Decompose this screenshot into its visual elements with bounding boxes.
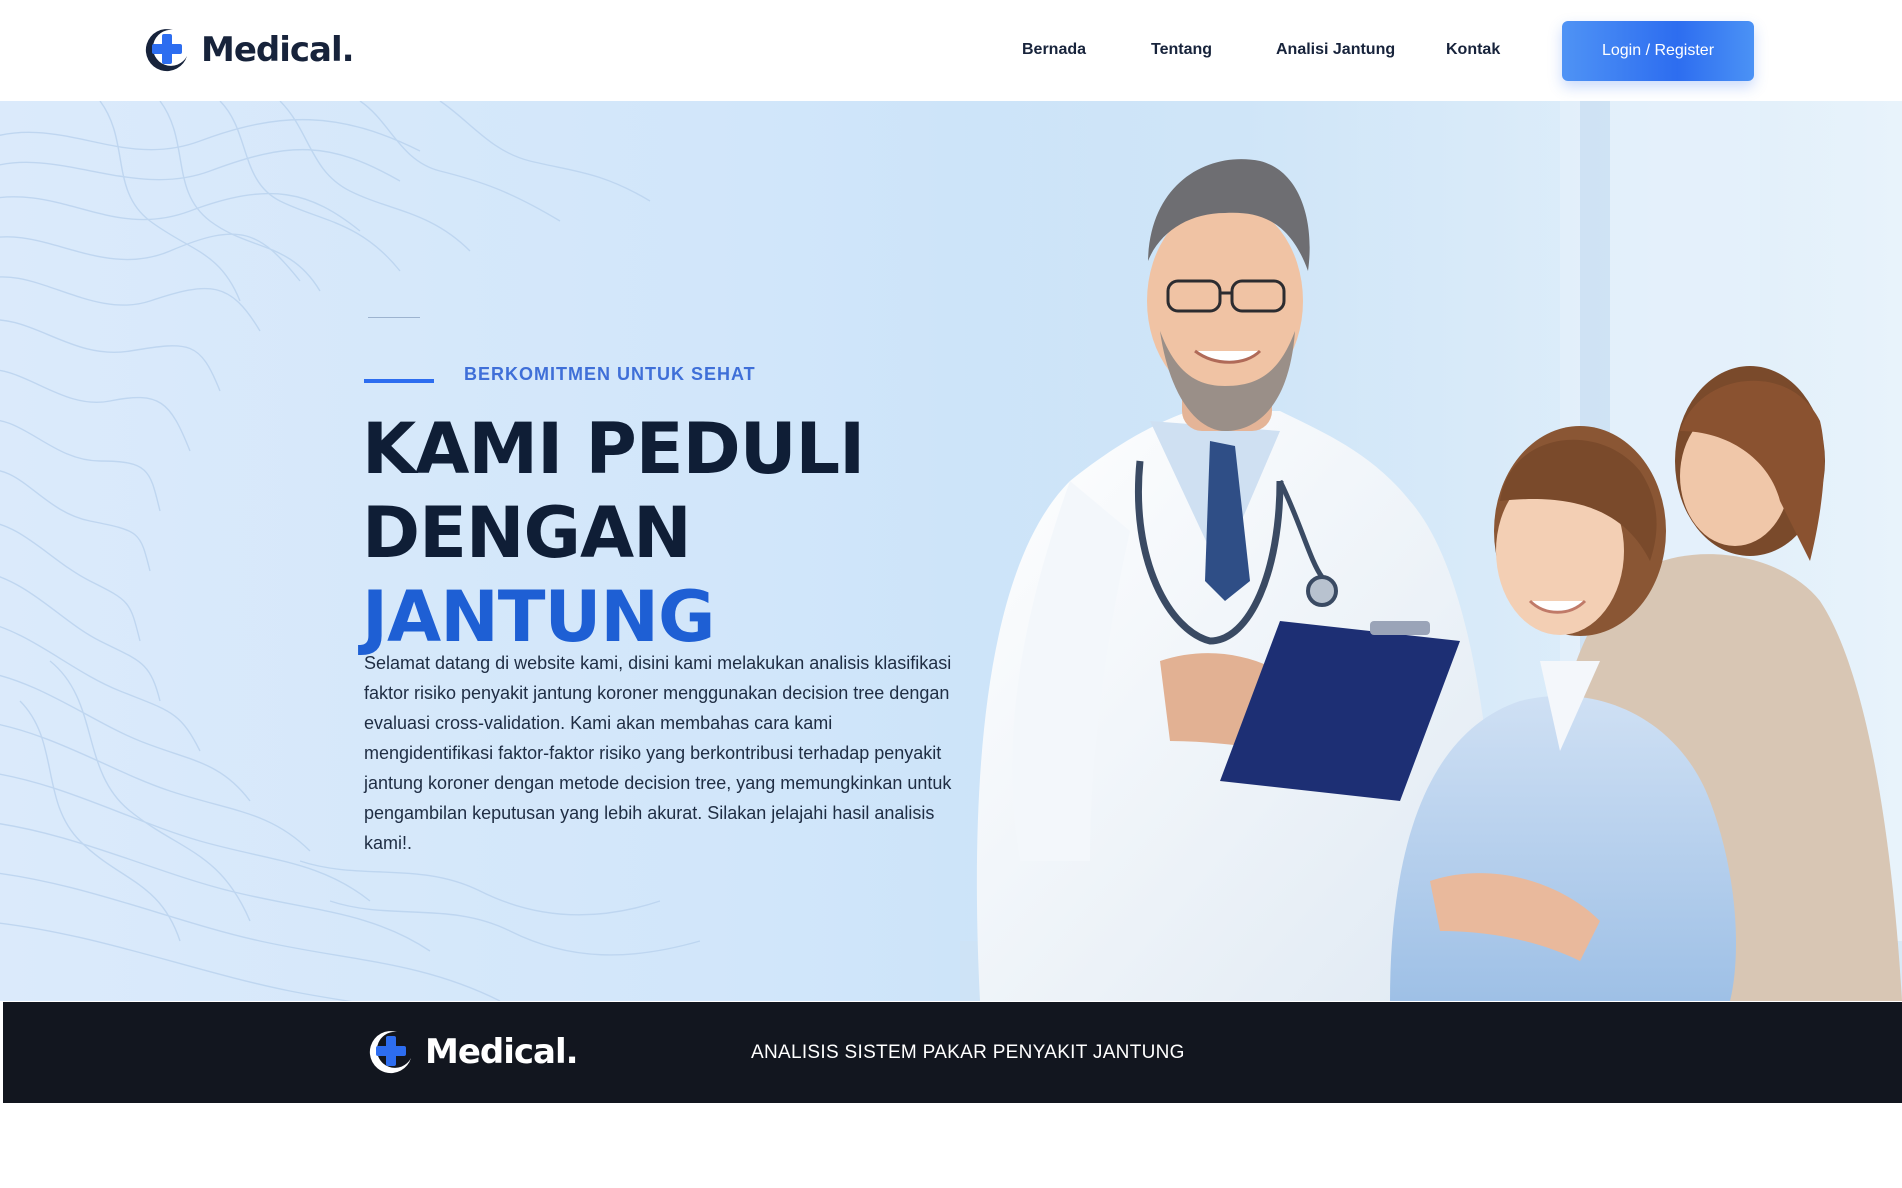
brand-logo[interactable]: Medical. xyxy=(143,26,355,74)
hero-headline-line-1: KAMI PEDULI xyxy=(362,408,865,490)
eyebrow-accent-line xyxy=(364,379,434,383)
footer-brand-name: Medical. xyxy=(425,1032,579,1072)
hero-headline: KAMI PEDULI DENGAN JANTUNG xyxy=(362,407,865,659)
nav-item-tentang[interactable]: Tentang xyxy=(1151,41,1212,59)
decorative-divider xyxy=(368,317,420,318)
hero-headline-line-2: DENGAN xyxy=(362,492,692,574)
nav-item-bernada[interactable]: Bernada xyxy=(1022,41,1086,59)
brand-name: Medical. xyxy=(201,30,355,70)
doctor-with-family-photo xyxy=(960,101,1902,1001)
hero-section: BERKOMITMEN UNTUK SEHAT KAMI PEDULI DENG… xyxy=(0,101,1902,1001)
login-register-button[interactable]: Login / Register xyxy=(1562,21,1754,81)
nav-item-analisi-jantung[interactable]: Analisi Jantung xyxy=(1276,41,1395,59)
footer-band: Medical. ANALISIS SISTEM PAKAR PENYAKIT … xyxy=(3,1002,1902,1103)
medical-cross-logo-icon xyxy=(367,1028,415,1076)
medical-cross-logo-icon xyxy=(143,26,191,74)
hero-eyebrow: BERKOMITMEN UNTUK SEHAT xyxy=(464,364,756,384)
footer-brand-logo[interactable]: Medical. xyxy=(367,1028,579,1076)
site-header: Medical. Bernada Tentang Analisi Jantung… xyxy=(0,0,1902,101)
hero-headline-accent: JANTUNG xyxy=(362,576,715,658)
footer-band-title: ANALISIS SISTEM PAKAR PENYAKIT JANTUNG xyxy=(751,1042,1185,1063)
nav-item-kontak[interactable]: Kontak xyxy=(1446,41,1500,59)
hero-intro-text: Selamat datang di website kami, disini k… xyxy=(364,653,952,853)
